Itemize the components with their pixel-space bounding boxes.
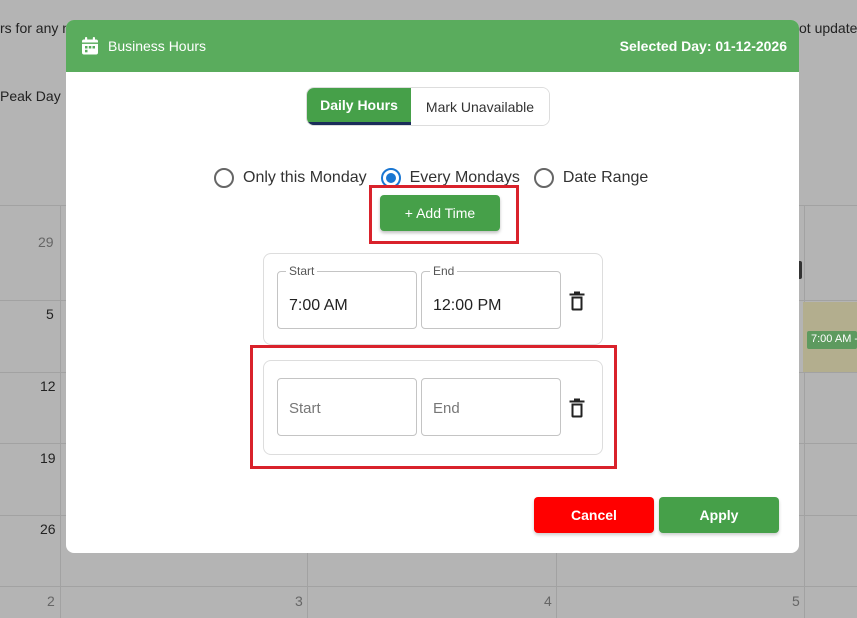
day-number: 4 xyxy=(544,593,552,609)
radio-only-this-monday[interactable]: Only this Monday xyxy=(214,168,367,188)
grid-line xyxy=(0,586,857,587)
modal-header: Business Hours Selected Day: 01-12-2026 xyxy=(66,20,799,72)
peak-day-label: Peak Day xyxy=(0,88,61,104)
grid-line xyxy=(60,205,61,618)
day-number: 26 xyxy=(40,521,56,537)
day-number: 5 xyxy=(46,306,54,322)
radio-button[interactable] xyxy=(214,168,234,188)
background-text: ot update xyxy=(799,20,857,36)
calendar-event[interactable]: 7:00 AM - xyxy=(807,331,857,349)
day-number: 12 xyxy=(40,378,56,394)
day-number: 19 xyxy=(40,450,56,466)
field-value: 12:00 PM xyxy=(433,297,502,314)
apply-button[interactable]: Apply xyxy=(659,497,779,533)
radio-button[interactable] xyxy=(533,168,554,188)
day-number: 29 xyxy=(38,234,54,250)
start-time-field[interactable]: Start xyxy=(277,378,417,436)
delete-slot-icon[interactable] xyxy=(569,398,585,418)
selected-day-label: Selected Day: 01-12-2026 xyxy=(619,38,787,54)
business-hours-modal: Business Hours Selected Day: 01-12-2026 … xyxy=(66,20,799,553)
radio-label: Date Range xyxy=(562,169,649,186)
cancel-button[interactable]: Cancel xyxy=(534,497,654,533)
delete-slot-icon[interactable] xyxy=(569,291,585,311)
grid-line xyxy=(804,205,805,618)
day-number: 3 xyxy=(295,593,303,609)
time-slot-card: Start End xyxy=(263,360,603,455)
modal-header-left: Business Hours xyxy=(80,36,206,56)
tab-mark-unavailable[interactable]: Mark Unavailable xyxy=(411,88,549,125)
modal-title: Business Hours xyxy=(108,38,207,54)
start-time-field[interactable]: Start 7:00 AM xyxy=(277,264,417,329)
end-time-field[interactable]: End 12:00 PM xyxy=(421,264,561,329)
field-placeholder: Start xyxy=(289,400,321,417)
radio-date-range[interactable]: Date Range xyxy=(533,168,649,188)
add-time-button[interactable]: + Add Time xyxy=(380,195,500,231)
time-slot-card: Start 7:00 AM End 12:00 PM xyxy=(263,253,603,345)
radio-label: Only this Monday xyxy=(243,169,367,186)
tab-daily-hours[interactable]: Daily Hours xyxy=(307,88,411,125)
end-time-field[interactable]: End xyxy=(421,378,561,436)
day-number: 5 xyxy=(792,593,800,609)
day-number: 2 xyxy=(47,593,55,609)
field-label: Start xyxy=(286,264,318,278)
mode-tabs: Daily Hours Mark Unavailable xyxy=(306,87,550,126)
field-value: 7:00 AM xyxy=(289,297,348,314)
background-text: rs for any n xyxy=(0,20,71,36)
field-label: End xyxy=(430,264,458,278)
calendar-icon xyxy=(80,36,100,56)
field-placeholder: End xyxy=(433,400,460,417)
